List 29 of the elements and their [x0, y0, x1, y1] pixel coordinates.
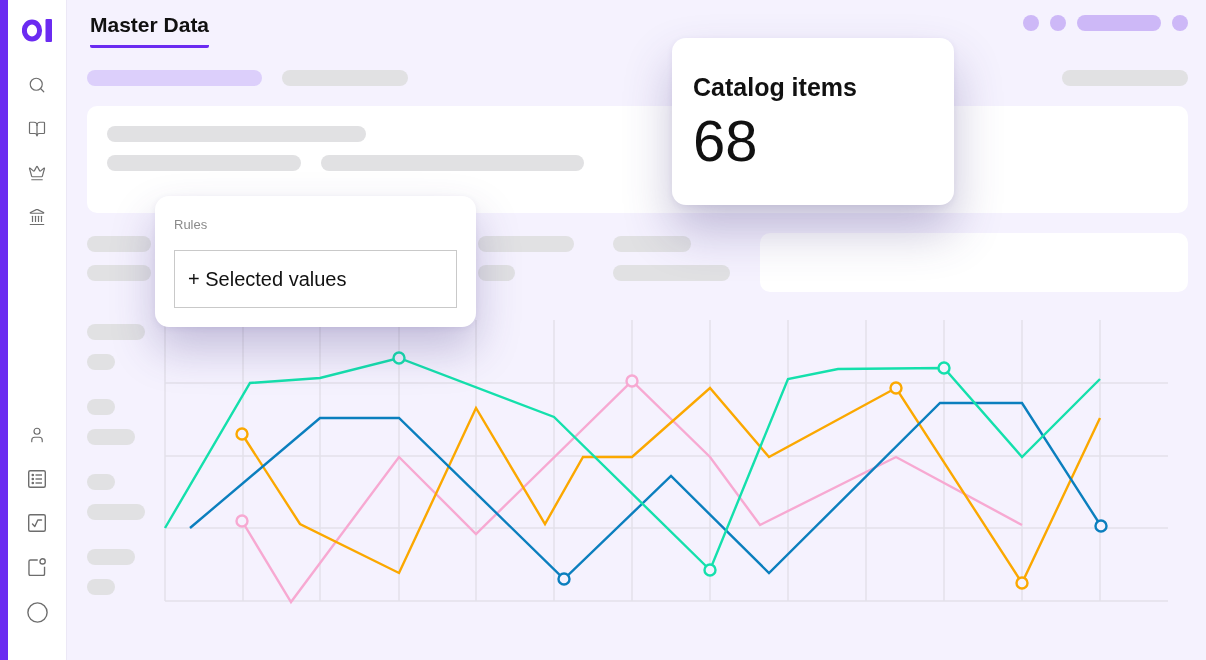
bank-icon[interactable] [28, 208, 46, 226]
skeleton-dot [1172, 15, 1188, 31]
skeleton-bar [87, 474, 115, 490]
skeleton-bar [87, 579, 115, 595]
skeleton-bar [87, 236, 151, 252]
skeleton-bar [87, 354, 115, 370]
add-values-button[interactable]: + Selected values [174, 250, 457, 308]
skeleton-bar [478, 265, 515, 281]
skeleton-dot [1050, 15, 1066, 31]
skeleton-bar [87, 549, 135, 565]
skeleton-bar [87, 429, 135, 445]
stat-title: Catalog items [693, 72, 857, 102]
chart-icon[interactable] [28, 514, 46, 532]
skeleton-bar [87, 399, 115, 415]
tab[interactable]: Master Data [90, 0, 210, 48]
list-icon[interactable] [28, 470, 46, 488]
crown-icon[interactable] [28, 164, 46, 182]
skeleton-bar [87, 265, 151, 281]
stat-value: 68 [693, 110, 758, 172]
skeleton-bar [87, 504, 145, 520]
skeleton-dot [1023, 15, 1039, 31]
search-icon[interactable] [28, 76, 46, 94]
book-icon[interactable] [28, 120, 46, 138]
logo-icon [22, 19, 52, 42]
square-dot-icon[interactable] [28, 558, 46, 576]
circle-icon[interactable] [26, 602, 48, 623]
user-icon[interactable] [28, 426, 46, 444]
rules-label: Rules [174, 218, 208, 232]
skeleton-bar [87, 324, 145, 340]
